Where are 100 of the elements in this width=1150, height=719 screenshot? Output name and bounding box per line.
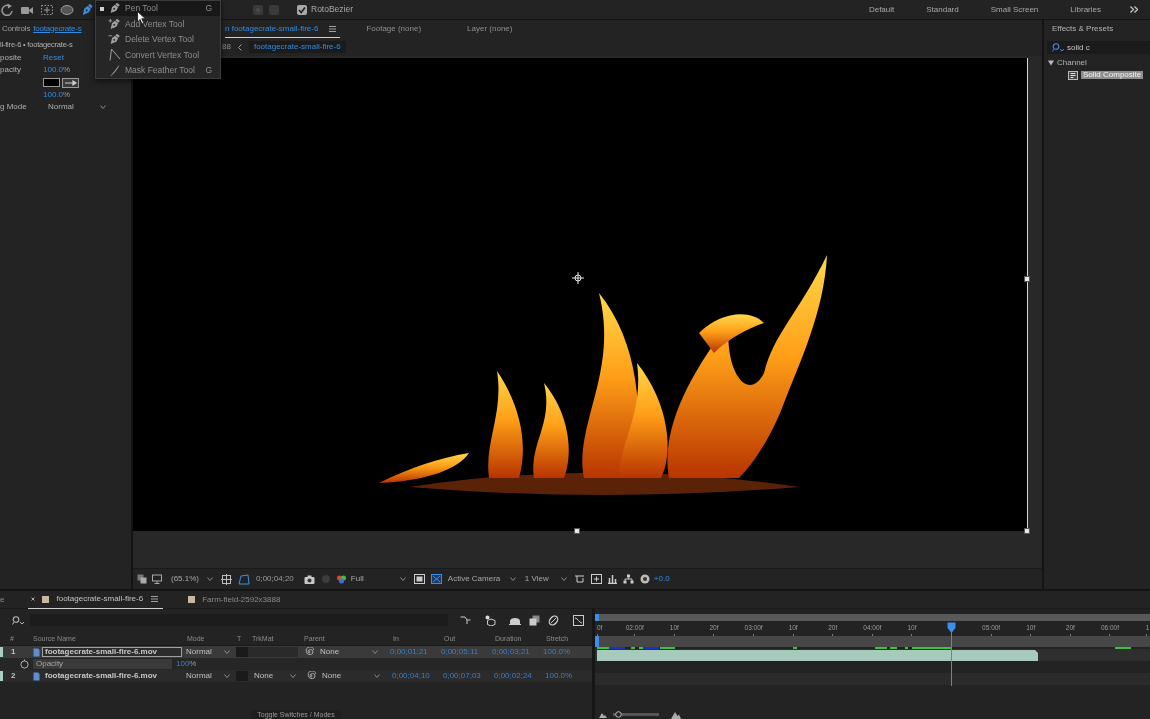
breadcrumb-item[interactable]: footagecrate-small-fire-6 [248,41,346,53]
track-matte-dropdown[interactable]: None [254,672,298,680]
menu-item[interactable]: Delete Vertex Tool [96,31,220,48]
small-mountain-icon[interactable] [599,711,607,718]
label-color-icon [0,647,3,657]
menu-item[interactable]: Pen Tool G [96,1,220,17]
property-value[interactable]: 100.0 [43,66,64,74]
menu-item[interactable]: Mask Feather Tool G [96,62,220,78]
playhead[interactable] [946,622,956,686]
property-name[interactable]: Opacity [33,659,172,669]
duration-time[interactable]: 0;00;02;24 [494,672,545,680]
monitor-icon[interactable] [152,574,162,584]
menu-item[interactable]: Convert Vertex Tool [96,47,220,63]
spiral-icon[interactable] [304,647,314,657]
crossed-box-icon[interactable] [430,574,442,584]
panel-tab[interactable]: Layer (none) [467,20,513,38]
stopwatch-icon[interactable] [20,659,29,669]
layer-link[interactable]: footagecrate-s [33,24,82,33]
ellipse-icon[interactable] [60,2,74,17]
work-area-handle-icon[interactable] [595,636,599,647]
layer-name[interactable]: footagecrate-small-fire-6.mov [42,647,182,657]
toggle-box[interactable] [236,647,248,657]
pen-plus-icon [108,17,121,31]
layer-name[interactable]: footagecrate-small-fire-6.mov [42,671,182,681]
dotted-crosshair-icon[interactable] [40,2,54,17]
camera-icon[interactable] [303,574,315,584]
anchor-point-icon[interactable] [572,272,584,284]
panel-tab[interactable]: n footagecrate-small-fire-6 [225,20,341,38]
mask-outline-icon[interactable] [238,573,250,585]
transform-handle-icon[interactable] [1024,528,1030,534]
cube-icon[interactable] [485,614,497,626]
workspace-tab[interactable]: Libraries [1054,5,1117,14]
workspace-tab[interactable]: Default [852,5,911,14]
disclosure-triangle-icon[interactable] [1048,60,1054,66]
caret-icon [509,577,516,581]
workspace-tab[interactable]: Small Screen [974,5,1055,14]
resolution-dropdown[interactable]: Full [350,575,406,583]
property-name: pacity [0,65,21,74]
property-value[interactable]: 100 [176,660,190,668]
checkbox[interactable] [297,4,307,15]
in-time[interactable]: 0;00;01;21 [390,648,441,656]
tree-folder[interactable]: Channel [1057,59,1087,67]
stacked-squares-icon[interactable] [137,574,147,584]
duration-time[interactable]: 0;00;03;21 [492,648,543,656]
mode-dropdown[interactable]: Normal [186,672,232,680]
graph-editor-icon[interactable] [573,614,584,626]
layer-row[interactable]: 2 footagecrate-small-fire-6.mov Normal None None 0;00;04;10 0;00;07;03 0;00;02;24 100.0% [0,670,592,682]
close-icon[interactable] [31,597,36,601]
branch-icon[interactable] [460,615,471,625]
flowchart-icon[interactable] [622,574,634,584]
crosshair-grid-icon[interactable] [221,573,232,585]
layer-row[interactable]: 1 footagecrate-small-fire-6.mov Normal None 0;00;01;21 0;00;05;11 0;00;03;21 100.0% [0,646,592,658]
camera-dropdown[interactable]: Active Camera [447,575,516,583]
timecode[interactable]: 0;00;04;20 [256,575,294,583]
color-swatch[interactable] [43,78,60,87]
workspace-tab[interactable]: Standard [910,5,975,14]
pen-nib-icon[interactable] [80,2,94,17]
slider-thumb-icon[interactable] [614,711,622,718]
ring-icon[interactable] [639,574,650,584]
blend-mode-dropdown[interactable]: Normal [43,102,109,112]
large-mountain-icon[interactable] [671,710,681,719]
stretch-value[interactable]: 100.0% [545,672,573,680]
color-dots-icon[interactable] [335,574,347,584]
double-chevron-icon[interactable] [1130,6,1138,13]
navigator-handle-icon[interactable] [595,614,599,621]
bracket-icon[interactable] [573,574,585,584]
arrow-box-icon[interactable] [62,77,79,88]
menu-item[interactable]: Add Vertex Tool [96,16,220,32]
breadcrumb-item[interactable]: 88 [222,43,231,51]
exposure-value[interactable]: +0.0 [653,575,670,583]
parent-dropdown[interactable]: None [320,648,380,656]
view-layout-dropdown[interactable]: 1 View [524,575,567,583]
search-icon[interactable] [12,615,24,625]
out-time[interactable]: 0;00;05;11 [441,648,492,656]
dome-icon[interactable] [509,615,521,625]
transform-handle-icon[interactable] [574,528,580,534]
slashed-oval-icon[interactable] [548,614,559,626]
parent-dropdown[interactable]: None [322,672,382,680]
property-value[interactable]: 100.0 [43,91,64,99]
mode-dropdown[interactable]: Normal [186,648,232,656]
transform-handle-icon[interactable] [1024,276,1030,282]
panel-tab[interactable]: Footage (none) [366,20,422,38]
layer-duration-bar[interactable] [597,649,1038,661]
panel-tab[interactable]: e [0,595,5,604]
stretch-value[interactable]: 100.0% [543,648,571,656]
timeline-tab[interactable]: footagecrate-small-fire-6 [28,590,164,609]
square-region-icon[interactable] [413,574,425,584]
rotate-arrow-icon[interactable] [0,2,14,17]
reset-link[interactable]: Reset [43,54,64,62]
search-field[interactable]: solid c [1047,41,1150,54]
stacked-frames-icon[interactable] [529,614,540,626]
out-time[interactable]: 0;00;07;03 [443,672,494,680]
bar-chart-icon[interactable] [606,574,618,584]
timeline-tab[interactable]: Farm-field-2592x3888 [185,590,286,609]
tree-item[interactable]: Solid Composite [1081,71,1144,79]
magnification-dropdown[interactable]: (65.1%) [171,575,213,583]
zoom-slider[interactable] [613,713,659,716]
spiral-icon[interactable] [306,671,316,681]
in-time[interactable]: 0;00;04;10 [392,672,443,680]
plus-box-icon[interactable] [590,574,602,584]
